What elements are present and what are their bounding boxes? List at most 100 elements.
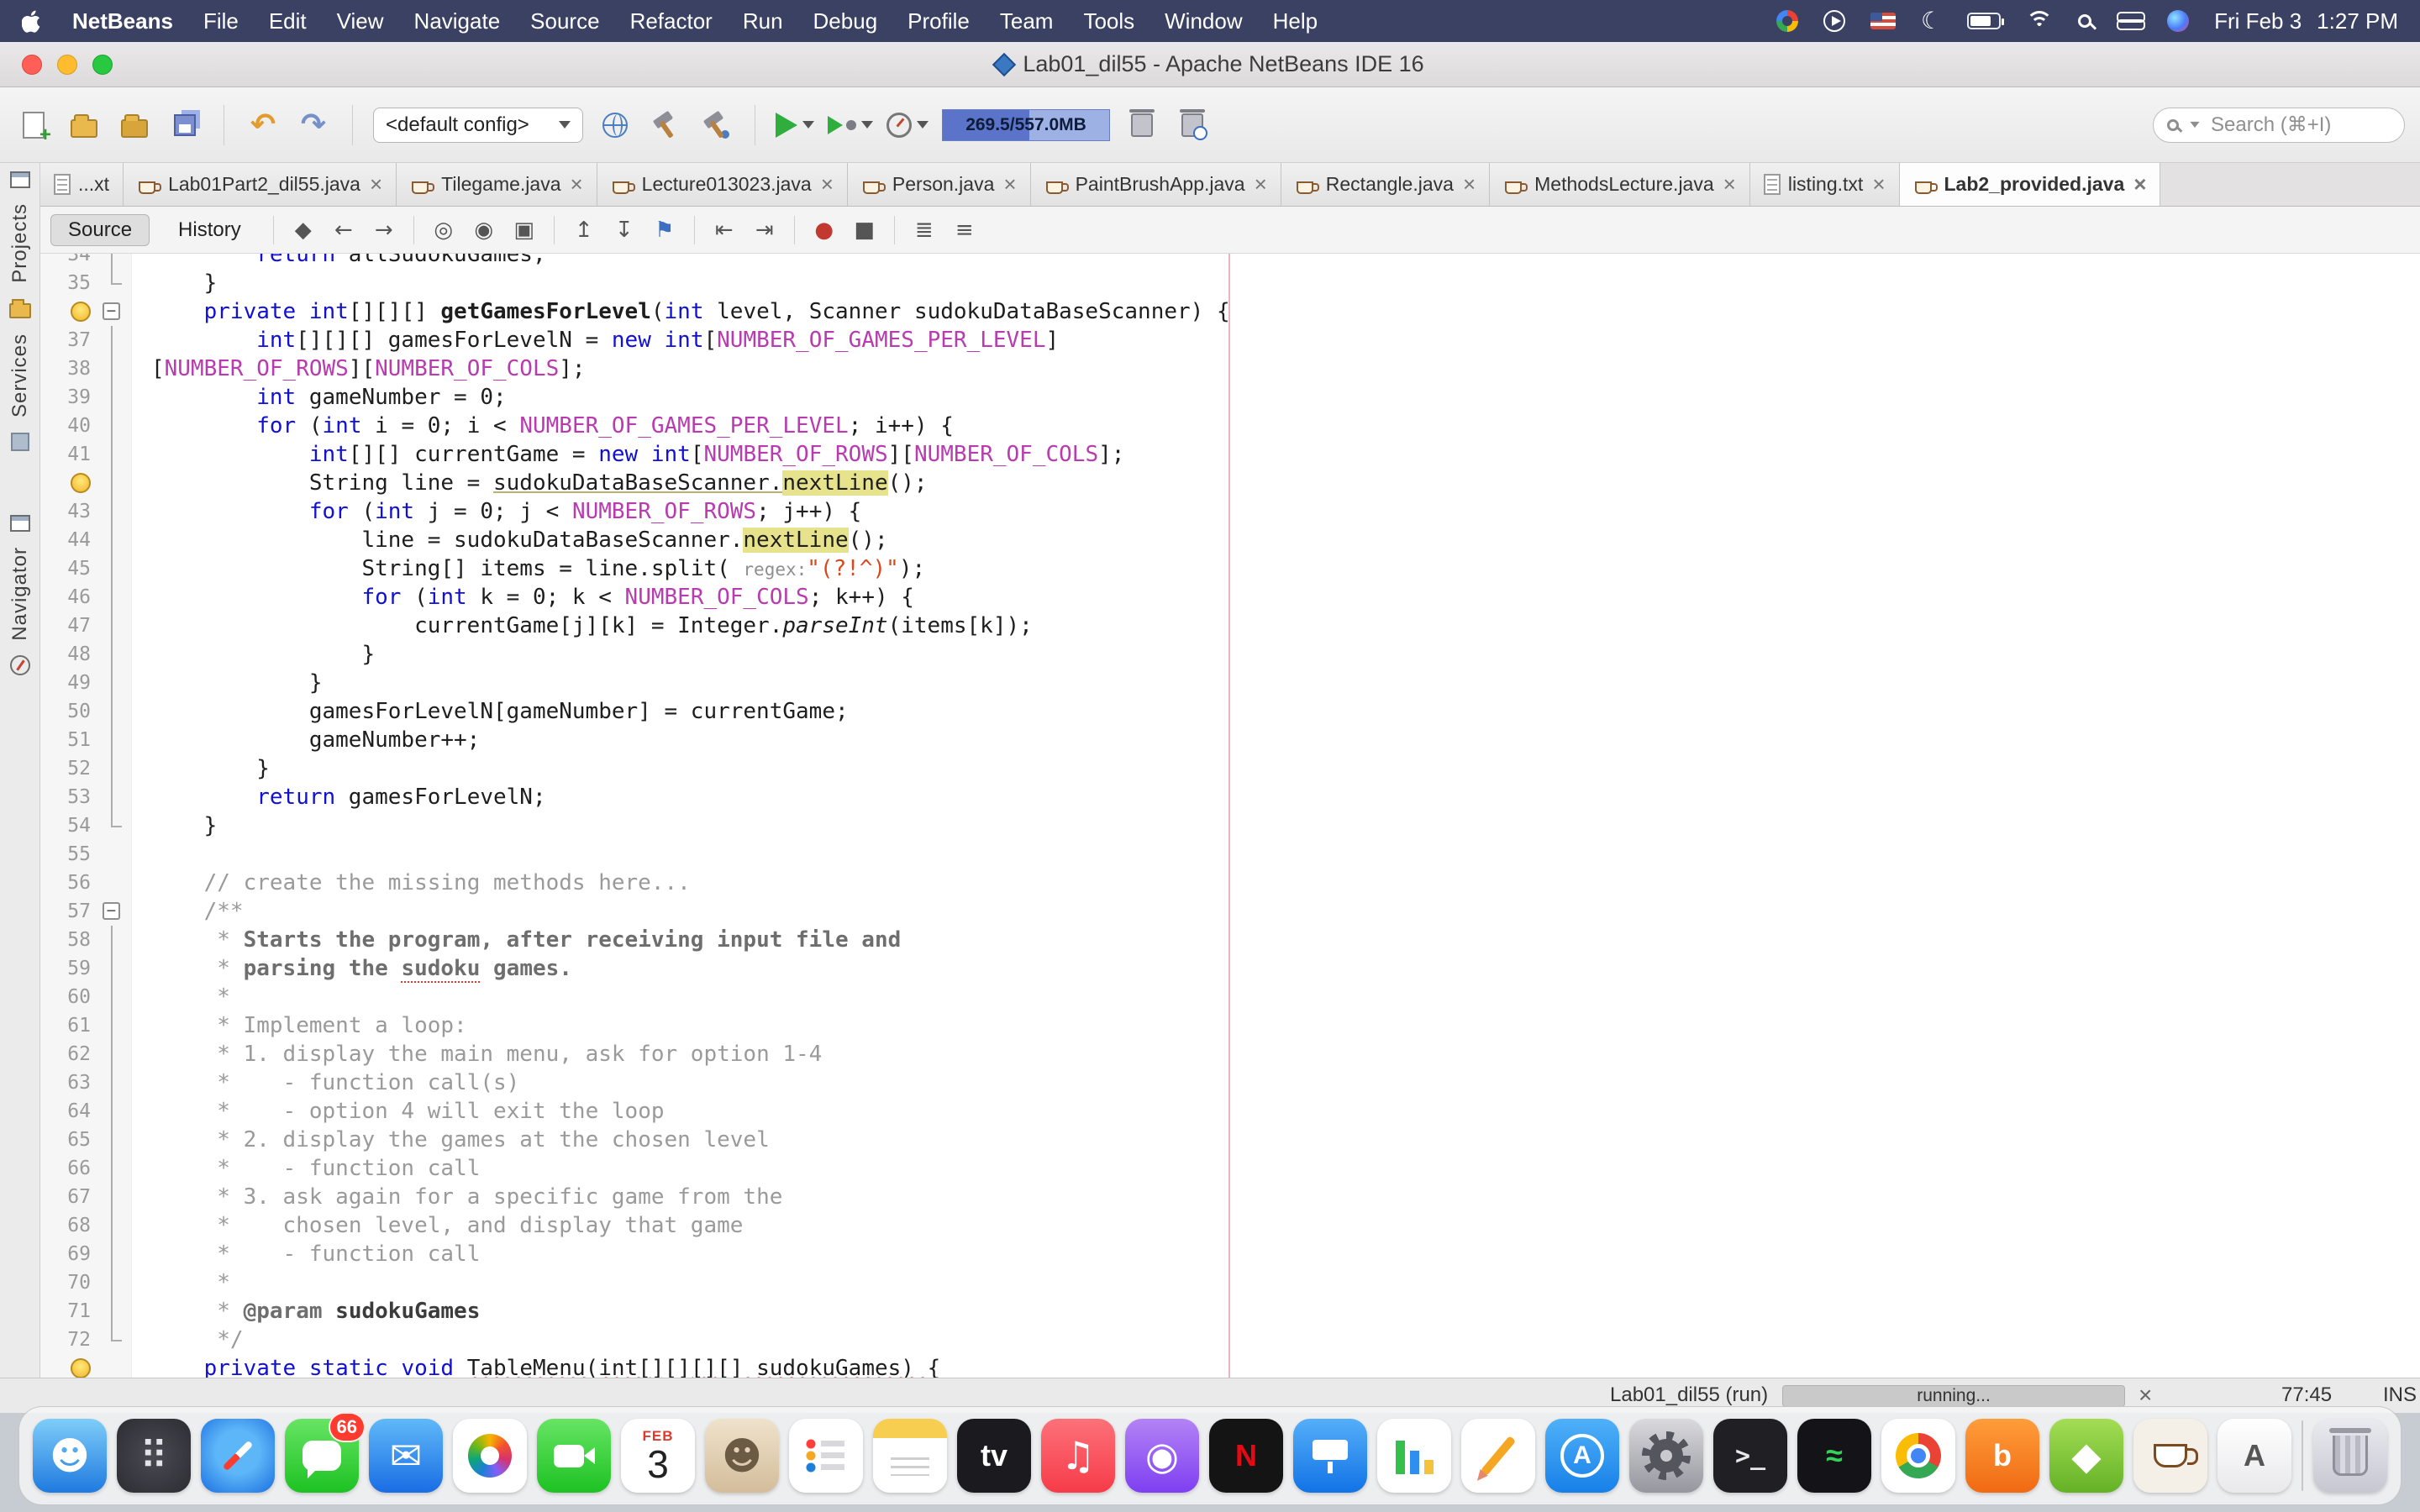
menu-item-window[interactable]: Window: [1165, 8, 1242, 34]
tab-close-icon[interactable]: ×: [570, 171, 582, 197]
toggle-highlight-icon[interactable]: ▣: [510, 216, 539, 244]
history-view-button[interactable]: History: [161, 214, 258, 246]
gutter-warning-icon[interactable]: [40, 469, 94, 497]
dock-item-system-settings[interactable]: [1629, 1419, 1703, 1493]
menu-item-help[interactable]: Help: [1273, 8, 1318, 34]
code-text[interactable]: * - function call(s): [131, 1068, 519, 1097]
code-text[interactable]: }: [131, 269, 217, 297]
code-line-61[interactable]: 61 * Implement a loop:: [40, 1011, 2420, 1040]
dock-item-safari[interactable]: [201, 1419, 275, 1493]
tab-person-java[interactable]: Person.java×: [848, 163, 1031, 206]
code-line-66[interactable]: 66 * - function call: [40, 1154, 2420, 1183]
dock-item-launchpad[interactable]: ⠿: [117, 1419, 191, 1493]
code-line-69[interactable]: 69 * - function call: [40, 1240, 2420, 1268]
menu-item-view[interactable]: View: [337, 8, 384, 34]
code-line-37[interactable]: 37 int[][][] gamesForLevelN = new int[NU…: [40, 326, 2420, 354]
code-line-63[interactable]: 63 * - function call(s): [40, 1068, 2420, 1097]
services-icon[interactable]: [11, 433, 29, 451]
dock-item-reminders[interactable]: [789, 1419, 863, 1493]
code-text[interactable]: }: [131, 754, 270, 783]
code-text[interactable]: */: [131, 1326, 244, 1354]
previous-bookmark-icon[interactable]: ↥: [570, 216, 598, 244]
close-window-button[interactable]: [22, 55, 42, 75]
code-text[interactable]: String[] items = line.split( regex:"(?!^…: [131, 554, 925, 583]
dock-item-numbers[interactable]: [1377, 1419, 1451, 1493]
memory-indicator[interactable]: 269.5/557.0MB: [942, 109, 1110, 141]
dock-item-textedit[interactable]: A: [2217, 1419, 2291, 1493]
search-scope-icon[interactable]: [2190, 122, 2199, 128]
siri-icon[interactable]: [2167, 10, 2189, 32]
code-line-44[interactable]: 44 line = sudokuDataBaseScanner.nextLine…: [40, 526, 2420, 554]
code-text[interactable]: *: [131, 983, 230, 1011]
code-text[interactable]: * - function call: [131, 1154, 480, 1183]
tab-lab01part2-dil55-java[interactable]: Lab01Part2_dil55.java×: [124, 163, 397, 206]
dock-item-mail[interactable]: ✉: [369, 1419, 443, 1493]
spotlight-icon[interactable]: [2078, 14, 2091, 28]
code-line-73[interactable]: private static void TableMenu(int[][][][…: [40, 1354, 2420, 1378]
code-line-38[interactable]: 38[NUMBER_OF_ROWS][NUMBER_OF_COLS];: [40, 354, 2420, 383]
tab-close-icon[interactable]: ×: [1003, 171, 1016, 197]
code-line-64[interactable]: 64 * - option 4 will exit the loop: [40, 1097, 2420, 1126]
menu-item-run[interactable]: Run: [743, 8, 783, 34]
code-line-54[interactable]: 54 }: [40, 811, 2420, 840]
code-text[interactable]: gamesForLevelN[gameNumber] = currentGame…: [131, 697, 849, 726]
code-line-62[interactable]: 62 * 1. display the main menu, ask for o…: [40, 1040, 2420, 1068]
code-text[interactable]: line = sudokuDataBaseScanner.nextLine();: [131, 526, 888, 554]
code-text[interactable]: * 2. display the games at the chosen lev…: [131, 1126, 770, 1154]
maximize-window-button[interactable]: [92, 55, 113, 75]
tab-rectangle-java[interactable]: Rectangle.java×: [1281, 163, 1490, 206]
tab-lab2-provided-java[interactable]: Lab2_provided.java×: [1900, 163, 2161, 206]
dock-item-apple-tv[interactable]: tv: [957, 1419, 1031, 1493]
code-text[interactable]: * 1. display the main menu, ask for opti…: [131, 1040, 822, 1068]
menu-item-tools[interactable]: Tools: [1083, 8, 1134, 34]
menu-app-name[interactable]: NetBeans: [72, 8, 173, 34]
menu-item-source[interactable]: Source: [530, 8, 599, 34]
code-text[interactable]: * Implement a loop:: [131, 1011, 467, 1040]
input-source-icon[interactable]: [1870, 13, 1896, 29]
fold-margin[interactable]: −: [94, 297, 131, 326]
code-line-52[interactable]: 52 }: [40, 754, 2420, 783]
battery-icon[interactable]: [1967, 13, 2001, 29]
menu-item-navigate[interactable]: Navigate: [414, 8, 501, 34]
code-text[interactable]: }: [131, 669, 323, 697]
code-line-56[interactable]: 56 // create the missing methods here...: [40, 869, 2420, 897]
clean-build-button[interactable]: [697, 103, 734, 147]
code-line-46[interactable]: 46 for (int k = 0; k < NUMBER_OF_COLS; k…: [40, 583, 2420, 612]
dock-item-podcasts[interactable]: ◉: [1125, 1419, 1199, 1493]
code-text[interactable]: * @param sudokuGames: [131, 1297, 480, 1326]
sidebar-item-services[interactable]: Services: [8, 333, 32, 417]
code-text[interactable]: /**: [131, 897, 244, 926]
dock-item-photos[interactable]: [453, 1419, 527, 1493]
dock-item-music[interactable]: ♫: [1041, 1419, 1115, 1493]
debug-project-button[interactable]: [828, 103, 873, 147]
profile-project-button[interactable]: [886, 103, 929, 147]
save-all-button[interactable]: [166, 103, 203, 147]
profile-dropdown-icon[interactable]: [917, 121, 929, 129]
code-text[interactable]: // create the missing methods here...: [131, 869, 691, 897]
run-project-button[interactable]: [776, 103, 814, 147]
title-bar[interactable]: Lab01_dil55 - Apache NetBeans IDE 16: [0, 42, 2420, 87]
code-line-65[interactable]: 65 * 2. display the games at the chosen …: [40, 1126, 2420, 1154]
tab-lecture013023-java[interactable]: Lecture013023.java×: [597, 163, 848, 206]
code-line-43[interactable]: 43 for (int j = 0; j < NUMBER_OF_ROWS; j…: [40, 497, 2420, 526]
menu-item-refactor[interactable]: Refactor: [630, 8, 713, 34]
web-button[interactable]: [597, 103, 634, 147]
code-line-70[interactable]: 70 *: [40, 1268, 2420, 1297]
moon-focus-icon[interactable]: ☾: [1921, 9, 1942, 33]
menu-item-profile[interactable]: Profile: [908, 8, 970, 34]
config-select[interactable]: <default config>: [373, 108, 583, 143]
shift-left-icon[interactable]: ⇤: [710, 216, 739, 244]
gutter-warning-icon[interactable]: [40, 297, 94, 326]
fold-margin[interactable]: −: [94, 897, 131, 926]
comment-icon[interactable]: ≣: [910, 216, 939, 244]
search-box[interactable]: Search (⌘+I): [2153, 108, 2405, 143]
wifi-icon[interactable]: [2026, 11, 2053, 31]
dock-item-blender[interactable]: b: [1965, 1419, 2039, 1493]
code-text[interactable]: for (int i = 0; i < NUMBER_OF_GAMES_PER_…: [131, 412, 954, 440]
tab-paintbrushapp-java[interactable]: PaintBrushApp.java×: [1031, 163, 1281, 206]
code-text[interactable]: String line = sudokuDataBaseScanner.next…: [131, 469, 928, 497]
menu-clock[interactable]: Fri Feb 3 1:27 PM: [2214, 8, 2398, 34]
code-line-67[interactable]: 67 * 3. ask again for a specific game fr…: [40, 1183, 2420, 1211]
tab-methodslecture-java[interactable]: MethodsLecture.java×: [1490, 163, 1750, 206]
new-file-button[interactable]: [15, 103, 52, 147]
